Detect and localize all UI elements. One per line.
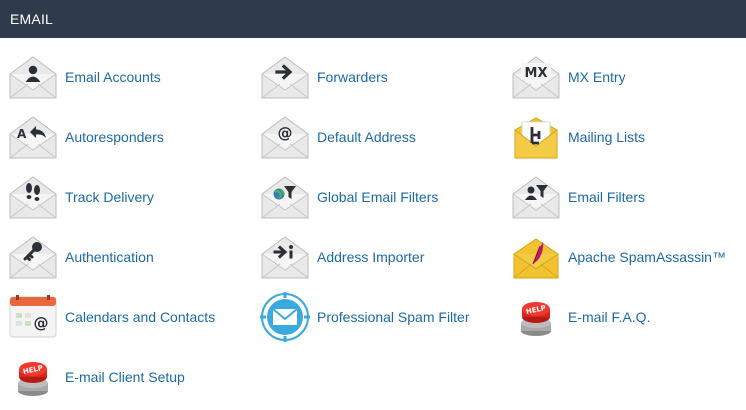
email-panel: EMAIL Email Accounts Forwarders MX MX En… [0, 0, 746, 410]
forwarders-link[interactable]: Forwarders [260, 50, 508, 104]
email-client-setup-label: E-mail Client Setup [65, 369, 185, 385]
email-accounts-link[interactable]: Email Accounts [8, 50, 256, 104]
autoresponders-icon: A [8, 112, 58, 162]
mailing-lists-label: Mailing Lists [568, 129, 646, 145]
default-address-label: Default Address [317, 129, 416, 145]
forwarders-label: Forwarders [317, 69, 388, 85]
track-delivery-label: Track Delivery [65, 189, 154, 205]
email-faq-label: E-mail F.A.Q. [568, 309, 651, 325]
apache-spamassassin-link[interactable]: Apache SpamAssassin™ [511, 230, 746, 284]
apache-spamassassin-icon [511, 232, 561, 282]
mailing-lists-link[interactable]: Mailing Lists [511, 110, 746, 164]
global-email-filters-link[interactable]: Global Email Filters [260, 170, 508, 224]
track-delivery-icon [8, 172, 58, 222]
mx-entry-link[interactable]: MX MX Entry [511, 50, 746, 104]
global-email-filters-label: Global Email Filters [317, 189, 439, 205]
address-importer-icon [260, 232, 310, 282]
email-filters-icon [511, 172, 561, 222]
help-button-icon: HELP [511, 292, 561, 342]
mx-entry-icon: MX [511, 52, 561, 102]
global-email-filters-icon [260, 172, 310, 222]
email-client-setup-link[interactable]: HELP E-mail Client Setup [8, 350, 256, 404]
calendars-contacts-icon: @ [8, 292, 58, 342]
professional-spam-filter-link[interactable]: Professional Spam Filter [260, 290, 508, 344]
email-accounts-label: Email Accounts [65, 69, 161, 85]
forwarders-icon [260, 52, 310, 102]
email-filters-link[interactable]: Email Filters [511, 170, 746, 224]
calendars-contacts-link[interactable]: @ Calendars and Contacts [8, 290, 256, 344]
authentication-link[interactable]: Authentication [8, 230, 256, 284]
autoresponders-label: Autoresponders [65, 129, 164, 145]
email-faq-link[interactable]: HELP E-mail F.A.Q. [511, 290, 746, 344]
calendars-contacts-label: Calendars and Contacts [65, 309, 216, 325]
default-address-icon: @ [260, 112, 310, 162]
help-button-icon: HELP [8, 352, 58, 402]
svg-text:MX: MX [525, 66, 548, 81]
address-importer-label: Address Importer [317, 249, 425, 265]
authentication-label: Authentication [65, 249, 154, 265]
svg-text:A: A [17, 127, 27, 141]
mx-entry-label: MX Entry [568, 69, 626, 85]
svg-text:@: @ [34, 314, 49, 332]
default-address-link[interactable]: @ Default Address [260, 110, 508, 164]
professional-spam-filter-label: Professional Spam Filter [317, 309, 470, 325]
section-header: EMAIL [0, 0, 746, 38]
professional-spam-filter-icon [260, 292, 310, 342]
svg-text:@: @ [278, 124, 293, 142]
apache-spamassassin-label: Apache SpamAssassin™ [568, 249, 726, 265]
autoresponders-link[interactable]: A Autoresponders [8, 110, 256, 164]
authentication-icon [8, 232, 58, 282]
address-importer-link[interactable]: Address Importer [260, 230, 508, 284]
email-filters-label: Email Filters [568, 189, 646, 205]
track-delivery-link[interactable]: Track Delivery [8, 170, 256, 224]
email-accounts-icon [8, 52, 58, 102]
mailing-lists-icon [511, 112, 561, 162]
